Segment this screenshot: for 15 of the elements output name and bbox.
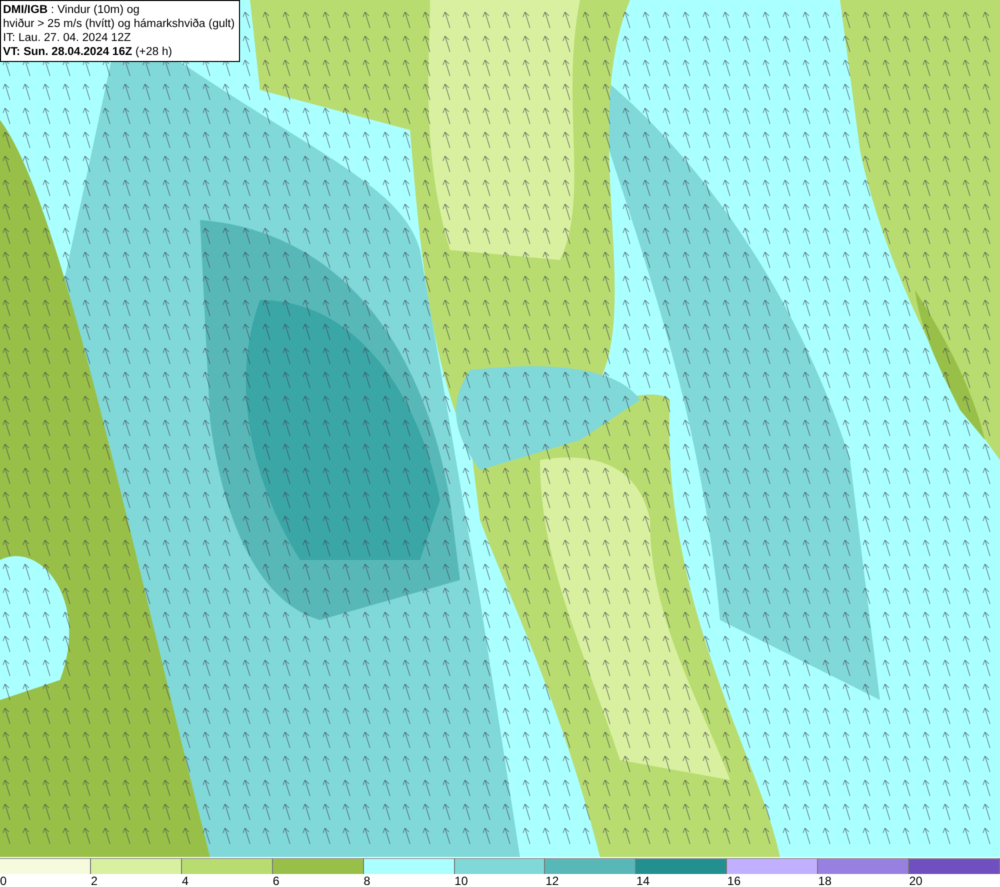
legend-label: 0 [0,875,7,887]
legend-label: 6 [272,875,280,887]
legend-label: 2 [90,875,98,887]
legend-label: 14 [636,875,650,887]
info-text: IT: Lau. 27. 04. 2024 12Z [3,31,132,45]
info-text: DMI/IGB : Vindur (10m) og [3,3,141,17]
legend-label: 4 [182,875,188,887]
info-text: hviður > 25 m/s (hvítt) og hámarkshviða (gult) [3,17,235,31]
legend-label: 8 [364,875,370,887]
legend-label: 20 [909,875,922,887]
legend-label: 16 [727,875,741,887]
legend-label: 10 [454,875,468,887]
info-text: VT: Sun. 28.04.2024 16Z (+28 h) [3,45,174,59]
legend-label: 18 [818,875,832,887]
legend-label: 12 [545,875,559,887]
